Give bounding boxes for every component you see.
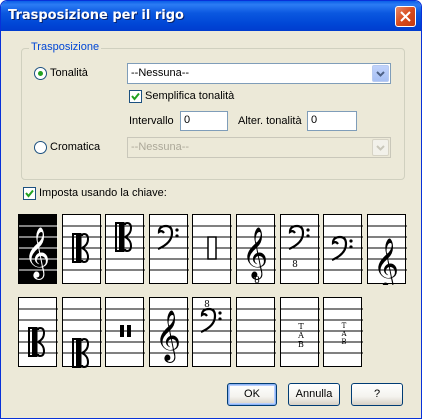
cromatica-select: --Nessuna-- bbox=[127, 137, 391, 158]
no-clef-button[interactable] bbox=[236, 297, 276, 367]
percussion-clef-2-icon bbox=[106, 308, 145, 354]
percussion-bar bbox=[127, 325, 131, 337]
baritone-clef-icon bbox=[324, 225, 363, 271]
alter-tonalita-field[interactable]: 0 bbox=[307, 111, 357, 131]
transposition-legend: Trasposizione bbox=[29, 41, 102, 53]
checkmark-icon bbox=[25, 189, 34, 198]
cromatica-radio[interactable] bbox=[34, 141, 47, 154]
tab-clef-button[interactable]: TAB bbox=[280, 297, 320, 367]
tab-letter: A bbox=[297, 331, 304, 340]
baritone-c-clef-icon bbox=[63, 308, 102, 368]
percussion-bar bbox=[120, 325, 124, 337]
french-violin-clef-icon: 𝄞 bbox=[368, 225, 407, 285]
octave-mark: 8 bbox=[204, 300, 210, 310]
f-clef-dot bbox=[349, 245, 353, 249]
ok-button[interactable]: OK bbox=[227, 383, 277, 406]
tab-letter: T bbox=[342, 322, 347, 330]
treble-8vb-clef-button[interactable]: 𝄞 8 bbox=[236, 214, 276, 285]
g-clef-glyph: 𝄞 bbox=[155, 310, 181, 363]
alto-clef-icon bbox=[63, 225, 102, 271]
tenor-clef-icon bbox=[106, 221, 145, 271]
chevron-down-icon bbox=[376, 70, 385, 77]
g-clef-glyph: 𝄞 bbox=[24, 227, 50, 280]
title-bar: Trasposizione per il rigo bbox=[1, 1, 421, 31]
bass-8vb-clef-button[interactable]: 8 bbox=[280, 214, 320, 284]
tab-letter: B bbox=[341, 338, 346, 346]
imposta-label: Imposta usando la chiave: bbox=[39, 187, 167, 199]
alter-tonalita-label: Alter. tonalità bbox=[238, 115, 302, 127]
baritone-c-clef-button[interactable] bbox=[62, 297, 102, 368]
f-clef-dot bbox=[218, 311, 222, 315]
checkmark-icon bbox=[131, 92, 140, 101]
no-clef-icon bbox=[237, 308, 276, 354]
tonalita-select-value: --Nessuna-- bbox=[131, 67, 190, 79]
treble-8vb-clef-icon: 𝄞8 bbox=[237, 225, 276, 285]
f-clef-dot bbox=[218, 317, 222, 321]
percussion-glyph bbox=[207, 236, 217, 260]
tab-letter: A bbox=[340, 330, 347, 338]
treble-8va-clef-button[interactable]: 𝄞 bbox=[149, 297, 189, 367]
f-clef-dot bbox=[306, 234, 310, 238]
intervallo-label: Intervallo bbox=[129, 115, 174, 127]
tab-clef-small-button[interactable]: TAB bbox=[323, 297, 363, 367]
tab-letter: B bbox=[298, 340, 304, 349]
g-clef-glyph: 𝄞 bbox=[242, 227, 268, 280]
close-button[interactable] bbox=[395, 6, 416, 27]
semplifica-checkbox[interactable] bbox=[129, 90, 142, 103]
tab-clef-small-icon: TAB bbox=[324, 308, 363, 354]
f-clef-dot bbox=[175, 234, 179, 238]
window-title: Trasposizione per il rigo bbox=[8, 8, 184, 23]
baritone-clef-button[interactable] bbox=[323, 214, 363, 284]
tonalita-radio[interactable] bbox=[34, 67, 47, 80]
cancel-button[interactable]: Annulla bbox=[288, 383, 340, 406]
f-clef-dot bbox=[349, 239, 353, 243]
cromatica-dropdown-button bbox=[372, 139, 389, 156]
help-button[interactable]: ? bbox=[351, 383, 403, 406]
bass-8vb-clef-icon: 8 bbox=[281, 224, 320, 271]
f-clef-dot bbox=[175, 228, 179, 232]
tonalita-dropdown-button[interactable] bbox=[372, 65, 389, 82]
dialog-window: Trasposizione per il rigo Trasposizione … bbox=[0, 0, 422, 419]
f-clef-dot bbox=[306, 228, 310, 232]
g-clef-glyph: 𝄞 bbox=[373, 238, 399, 285]
tonalita-label: Tonalità bbox=[50, 67, 88, 79]
semplifica-label: Semplifica tonalità bbox=[145, 90, 235, 102]
bass-clef-button[interactable] bbox=[149, 214, 189, 284]
tonalita-select[interactable]: --Nessuna-- bbox=[127, 63, 391, 84]
percussion-clef-2-button[interactable] bbox=[105, 297, 145, 367]
treble-clef-icon: 𝄞 bbox=[19, 225, 58, 280]
bass-8va-clef-button[interactable]: 8 bbox=[192, 297, 232, 367]
tenor-clef-button[interactable] bbox=[105, 214, 145, 284]
octave-mark: 8 bbox=[292, 260, 298, 270]
percussion-clef-icon bbox=[193, 225, 232, 271]
percussion-clef-button[interactable] bbox=[192, 214, 232, 284]
french-violin-clef-button[interactable]: 𝄞 bbox=[367, 214, 407, 285]
close-icon bbox=[400, 11, 411, 22]
octave-mark: 8 bbox=[254, 276, 260, 285]
imposta-checkbox[interactable] bbox=[23, 187, 36, 200]
tab-clef-icon: TAB bbox=[281, 308, 320, 354]
cromatica-label: Cromatica bbox=[50, 141, 101, 153]
alto-clef-button[interactable] bbox=[62, 214, 102, 284]
mezzo-soprano-clef-icon bbox=[19, 308, 58, 358]
tab-letter: T bbox=[298, 322, 304, 331]
chevron-down-icon bbox=[376, 144, 385, 151]
bass-8va-clef-icon: 8 bbox=[193, 300, 232, 354]
intervallo-field[interactable]: 0 bbox=[180, 111, 228, 131]
radio-selected-dot bbox=[38, 71, 43, 76]
bass-clef-icon bbox=[150, 224, 189, 271]
cromatica-select-value: --Nessuna-- bbox=[131, 141, 190, 153]
treble-8va-clef-icon: 𝄞 bbox=[150, 308, 189, 363]
mezzo-soprano-clef-button[interactable] bbox=[18, 297, 58, 367]
treble-clef-button[interactable]: 𝄞 bbox=[18, 214, 58, 284]
